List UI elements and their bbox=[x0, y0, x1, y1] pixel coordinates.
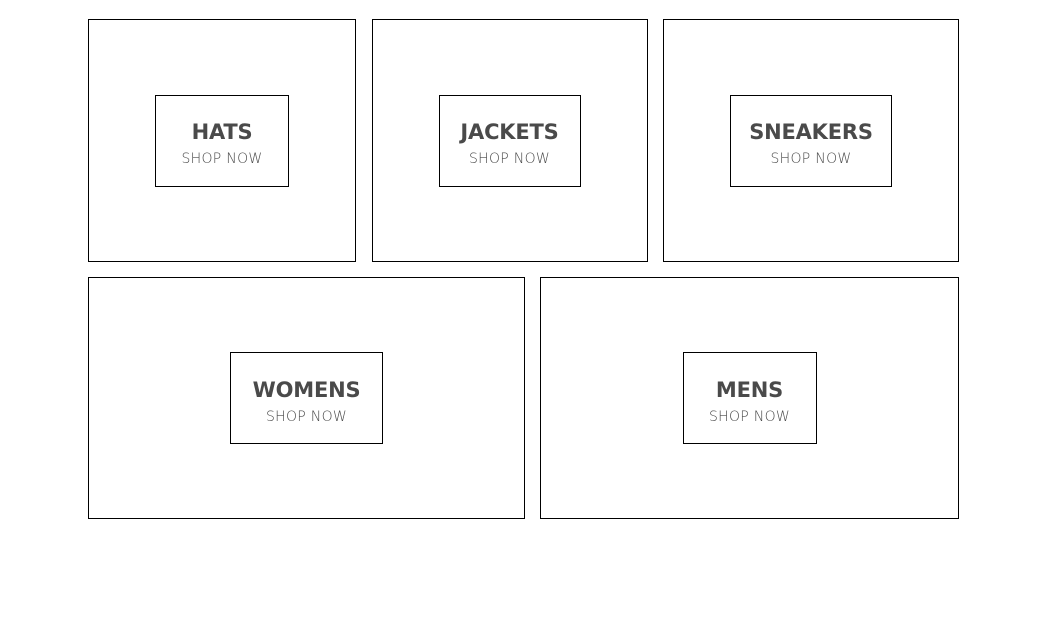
directory-menu: HATS SHOP NOW JACKETS SHOP NOW SNEAKERS … bbox=[88, 19, 959, 519]
directory-row-top: HATS SHOP NOW JACKETS SHOP NOW SNEAKERS … bbox=[88, 19, 959, 262]
category-mens[interactable]: MENS SHOP NOW bbox=[540, 277, 959, 519]
category-sneakers-title: SNEAKERS bbox=[749, 120, 873, 144]
category-sneakers[interactable]: SNEAKERS SHOP NOW bbox=[663, 19, 959, 262]
category-sneakers-content[interactable]: SNEAKERS SHOP NOW bbox=[730, 94, 892, 187]
category-mens-title: MENS bbox=[715, 377, 784, 402]
category-jackets-shop-now[interactable]: SHOP NOW bbox=[469, 151, 550, 167]
category-jackets-title: JACKETS bbox=[460, 120, 559, 144]
category-womens-title: WOMENS bbox=[252, 377, 361, 402]
category-sneakers-shop-now[interactable]: SHOP NOW bbox=[770, 151, 851, 167]
category-mens-content[interactable]: MENS SHOP NOW bbox=[682, 352, 817, 444]
category-womens-shop-now[interactable]: SHOP NOW bbox=[266, 409, 347, 425]
category-jackets[interactable]: JACKETS SHOP NOW bbox=[371, 19, 648, 262]
category-womens-content[interactable]: WOMENS SHOP NOW bbox=[230, 352, 383, 444]
category-hats-content[interactable]: HATS SHOP NOW bbox=[155, 94, 289, 187]
category-mens-shop-now[interactable]: SHOP NOW bbox=[709, 409, 790, 425]
directory-row-bottom: WOMENS SHOP NOW MENS SHOP NOW bbox=[88, 277, 959, 519]
category-hats-shop-now[interactable]: SHOP NOW bbox=[181, 151, 262, 167]
category-hats[interactable]: HATS SHOP NOW bbox=[88, 19, 356, 262]
category-hats-title: HATS bbox=[191, 120, 253, 144]
category-jackets-content[interactable]: JACKETS SHOP NOW bbox=[438, 94, 581, 187]
category-womens[interactable]: WOMENS SHOP NOW bbox=[88, 277, 525, 519]
